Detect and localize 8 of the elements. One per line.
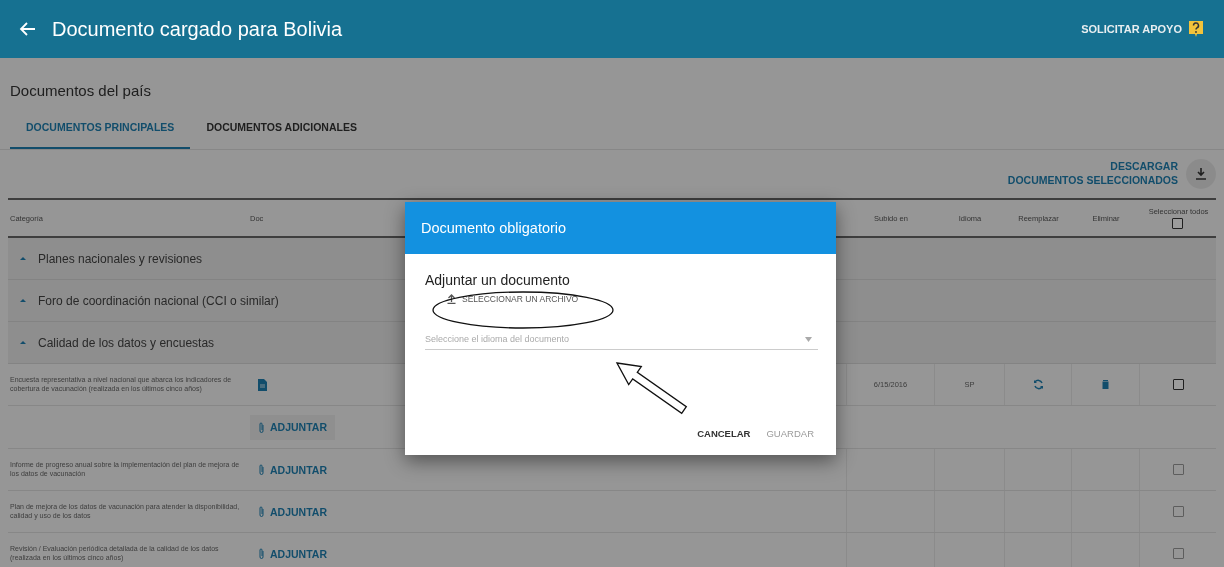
dialog-heading: Adjuntar un documento bbox=[425, 272, 571, 288]
section-title: Documentos del país bbox=[9, 81, 152, 101]
select-placeholder: Seleccione el idioma del documento bbox=[425, 334, 570, 344]
category-title: Foro de coordinación nacional (CCI o similar) bbox=[38, 293, 279, 308]
dialog-title: Documento obligatorio bbox=[405, 202, 836, 254]
category-title: Planes nacionales y revisiones bbox=[38, 251, 203, 266]
page-header-title: Documento cargado para Bolivia bbox=[52, 17, 344, 41]
category-title: Calidad de los datos y encuestas bbox=[38, 335, 215, 350]
